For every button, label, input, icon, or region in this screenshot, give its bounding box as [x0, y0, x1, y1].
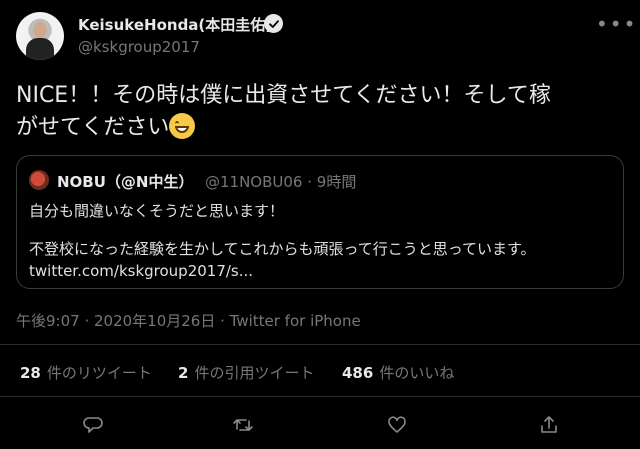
tweet-timestamp[interactable]: 午後9:07 · 2020年10月26日 · Twitter for iPhon… [16, 310, 361, 331]
tweet-text: NICE！！その時は僕に出資させてください！そして稼 がせてください [16, 80, 626, 144]
retweets-count: 28 [20, 364, 41, 382]
retweets-stat[interactable]: 28 件のリツイート [20, 362, 152, 383]
divider [0, 344, 640, 345]
share-icon[interactable] [538, 414, 560, 436]
quoted-author-name: NOBU（@N中生） [57, 173, 194, 191]
avatar-head [33, 22, 47, 38]
quoted-tweet-meta: @11NOBU06 · 9時間 [205, 173, 357, 191]
likes-stat[interactable]: 486 件のいいね [342, 362, 454, 383]
tweet-text-line1: NICE！！その時は僕に出資させてください！そして稼 [16, 83, 551, 108]
quoted-tweet-link[interactable]: twitter.com/kskgroup2017/s... [29, 262, 253, 280]
quoted-tweet-line1: 自分も間違いなくそうだと思います！ [29, 202, 285, 220]
divider [0, 396, 640, 397]
retweets-label: 件のリツイート [46, 364, 152, 382]
avatar-body [26, 38, 54, 60]
verified-badge-icon [264, 14, 283, 33]
tweet-text-line2: がせてください [16, 115, 170, 140]
quoted-tweet[interactable]: NOBU（@N中生） @11NOBU06 · 9時間 自分も間違いなくそうだと思… [16, 155, 624, 289]
author-name[interactable]: KeisukeHonda(本田圭佑) [78, 14, 272, 35]
more-options-icon[interactable]: ••• [596, 12, 637, 36]
likes-label: 件のいいね [379, 364, 455, 382]
retweet-icon[interactable] [232, 414, 254, 436]
likes-count: 486 [342, 364, 374, 382]
author-avatar[interactable] [16, 12, 64, 60]
quotes-count: 2 [178, 364, 189, 382]
quoted-tweet-line2: 不登校になった経験を生かしてこれからも頑張って行こうと思っています。 [29, 240, 536, 258]
author-handle[interactable]: @kskgroup2017 [78, 38, 200, 56]
like-icon[interactable] [386, 414, 408, 436]
quotes-label: 件の引用ツイート [194, 364, 315, 382]
grinning-face-icon [169, 113, 196, 139]
quoted-author-avatar[interactable] [29, 170, 49, 190]
quotes-stat[interactable]: 2 件の引用ツイート [178, 362, 314, 383]
reply-icon[interactable] [82, 414, 104, 436]
